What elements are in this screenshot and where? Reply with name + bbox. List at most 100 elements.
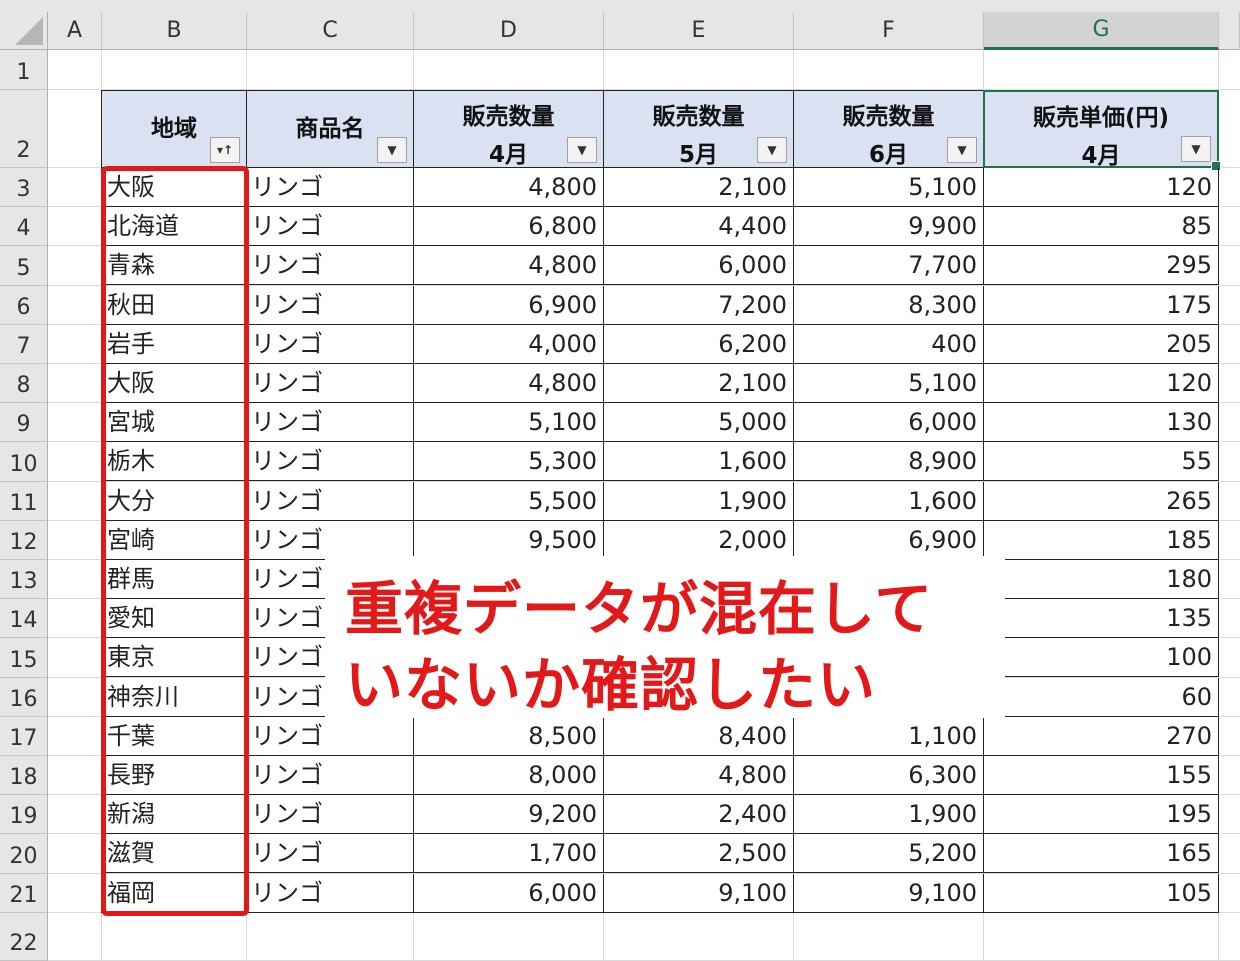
product-cell[interactable]: リンゴ: [246, 834, 414, 874]
product-cell[interactable]: リンゴ: [246, 246, 414, 286]
product-cell[interactable]: リンゴ: [246, 324, 414, 364]
qty-jun-cell[interactable]: 6,900: [793, 520, 984, 560]
row-header-12[interactable]: 12: [0, 520, 48, 560]
filter-dropdown-icon[interactable]: ▼: [377, 137, 407, 163]
qty-apr-cell[interactable]: 5,500: [413, 481, 604, 521]
row-header-19[interactable]: 19: [0, 795, 48, 835]
qty-may-cell[interactable]: 4,400: [603, 207, 794, 247]
column-header-f[interactable]: F: [794, 12, 984, 50]
qty-may-cell[interactable]: 9,100: [603, 873, 794, 913]
product-cell[interactable]: リンゴ: [246, 442, 414, 482]
row-header-18[interactable]: 18: [0, 756, 48, 796]
qty-jun-cell[interactable]: 5,100: [793, 168, 984, 207]
qty-apr-cell[interactable]: 4,800: [413, 246, 604, 286]
row-header-5[interactable]: 5: [0, 246, 48, 286]
qty-apr-cell[interactable]: 5,100: [413, 403, 604, 443]
unit-price-cell[interactable]: 180: [983, 560, 1219, 599]
qty-may-cell[interactable]: 7,200: [603, 285, 794, 325]
qty-jun-cell[interactable]: 8,900: [793, 442, 984, 482]
filter-dropdown-icon[interactable]: ▼: [947, 137, 977, 163]
column-header-e[interactable]: E: [604, 12, 794, 50]
qty-apr-cell[interactable]: 1,700: [413, 834, 604, 874]
unit-price-cell[interactable]: 155: [983, 756, 1219, 795]
qty-may-cell[interactable]: 2,400: [603, 795, 794, 835]
product-cell[interactable]: リンゴ: [246, 285, 414, 325]
qty-apr-cell[interactable]: 4,000: [413, 324, 604, 364]
column-header-g[interactable]: G: [984, 12, 1219, 50]
qty-jun-cell[interactable]: 400: [793, 324, 984, 364]
unit-price-cell[interactable]: 85: [983, 207, 1219, 247]
row-header-8[interactable]: 8: [0, 364, 48, 404]
qty-jun-cell[interactable]: 6,300: [793, 756, 984, 795]
qty-apr-cell[interactable]: 9,500: [413, 520, 604, 560]
unit-price-cell[interactable]: 185: [983, 520, 1219, 560]
qty-apr-cell[interactable]: 4,800: [413, 168, 604, 207]
unit-price-cell[interactable]: 270: [983, 716, 1219, 756]
row-header-10[interactable]: 10: [0, 442, 48, 482]
row-header-16[interactable]: 16: [0, 677, 48, 717]
filter-dropdown-icon[interactable]: ▼: [567, 137, 597, 163]
product-cell[interactable]: リンゴ: [246, 403, 414, 443]
qty-apr-cell[interactable]: 4,800: [413, 364, 604, 403]
unit-price-cell[interactable]: 165: [983, 834, 1219, 874]
qty-apr-cell[interactable]: 6,000: [413, 873, 604, 913]
qty-apr-cell[interactable]: 6,900: [413, 285, 604, 325]
qty-may-cell[interactable]: 1,900: [603, 481, 794, 521]
qty-may-cell[interactable]: 6,000: [603, 246, 794, 286]
qty-may-cell[interactable]: 6,200: [603, 324, 794, 364]
header-unit-price-apr[interactable]: 販売単価(円) 4月 ▼: [983, 90, 1219, 169]
qty-may-cell[interactable]: 2,500: [603, 834, 794, 874]
qty-jun-cell[interactable]: 6,000: [793, 403, 984, 443]
qty-may-cell[interactable]: 4,800: [603, 756, 794, 795]
product-cell[interactable]: リンゴ: [246, 168, 414, 207]
column-header-next[interactable]: [1219, 12, 1240, 50]
column-header-b[interactable]: B: [102, 12, 247, 50]
qty-may-cell[interactable]: 8,400: [603, 716, 794, 756]
qty-may-cell[interactable]: 2,100: [603, 168, 794, 207]
row-header-17[interactable]: 17: [0, 716, 48, 756]
product-cell[interactable]: リンゴ: [246, 364, 414, 403]
qty-jun-cell[interactable]: 1,600: [793, 481, 984, 521]
product-cell[interactable]: リンゴ: [246, 481, 414, 521]
filter-dropdown-icon[interactable]: ▼: [1181, 136, 1211, 162]
qty-jun-cell[interactable]: 5,100: [793, 364, 984, 403]
unit-price-cell[interactable]: 100: [983, 638, 1219, 678]
unit-price-cell[interactable]: 120: [983, 168, 1219, 207]
qty-jun-cell[interactable]: 1,900: [793, 795, 984, 835]
product-cell[interactable]: リンゴ: [246, 756, 414, 795]
row-header-11[interactable]: 11: [0, 481, 48, 521]
unit-price-cell[interactable]: 130: [983, 403, 1219, 443]
row-header-20[interactable]: 20: [0, 834, 48, 874]
qty-jun-cell[interactable]: 8,300: [793, 285, 984, 325]
unit-price-cell[interactable]: 265: [983, 481, 1219, 521]
product-cell[interactable]: リンゴ: [246, 207, 414, 247]
product-cell[interactable]: リンゴ: [246, 716, 414, 756]
qty-may-cell[interactable]: 2,100: [603, 364, 794, 403]
row-header-21[interactable]: 21: [0, 873, 48, 913]
unit-price-cell[interactable]: 135: [983, 599, 1219, 639]
unit-price-cell[interactable]: 175: [983, 285, 1219, 325]
unit-price-cell[interactable]: 295: [983, 246, 1219, 286]
qty-jun-cell[interactable]: 5,200: [793, 834, 984, 874]
row-header-14[interactable]: 14: [0, 599, 48, 639]
row-header-7[interactable]: 7: [0, 324, 48, 364]
unit-price-cell[interactable]: 105: [983, 873, 1219, 913]
unit-price-cell[interactable]: 195: [983, 795, 1219, 835]
unit-price-cell[interactable]: 55: [983, 442, 1219, 482]
qty-may-cell[interactable]: 1,600: [603, 442, 794, 482]
qty-apr-cell[interactable]: 5,300: [413, 442, 604, 482]
row-header-3[interactable]: 3: [0, 168, 48, 208]
unit-price-cell[interactable]: 60: [983, 677, 1219, 717]
qty-jun-cell[interactable]: 9,900: [793, 207, 984, 247]
qty-jun-cell[interactable]: 7,700: [793, 246, 984, 286]
product-cell[interactable]: リンゴ: [246, 520, 414, 560]
column-header-a[interactable]: A: [48, 12, 102, 50]
row-header-15[interactable]: 15: [0, 638, 48, 678]
unit-price-cell[interactable]: 120: [983, 364, 1219, 403]
row-header-13[interactable]: 13: [0, 560, 48, 600]
qty-apr-cell[interactable]: 8,000: [413, 756, 604, 795]
row-header-1[interactable]: 1: [0, 50, 48, 90]
row-header-22[interactable]: 22: [0, 912, 48, 961]
filter-dropdown-icon[interactable]: ▼: [757, 137, 787, 163]
select-all-corner[interactable]: [0, 12, 48, 50]
